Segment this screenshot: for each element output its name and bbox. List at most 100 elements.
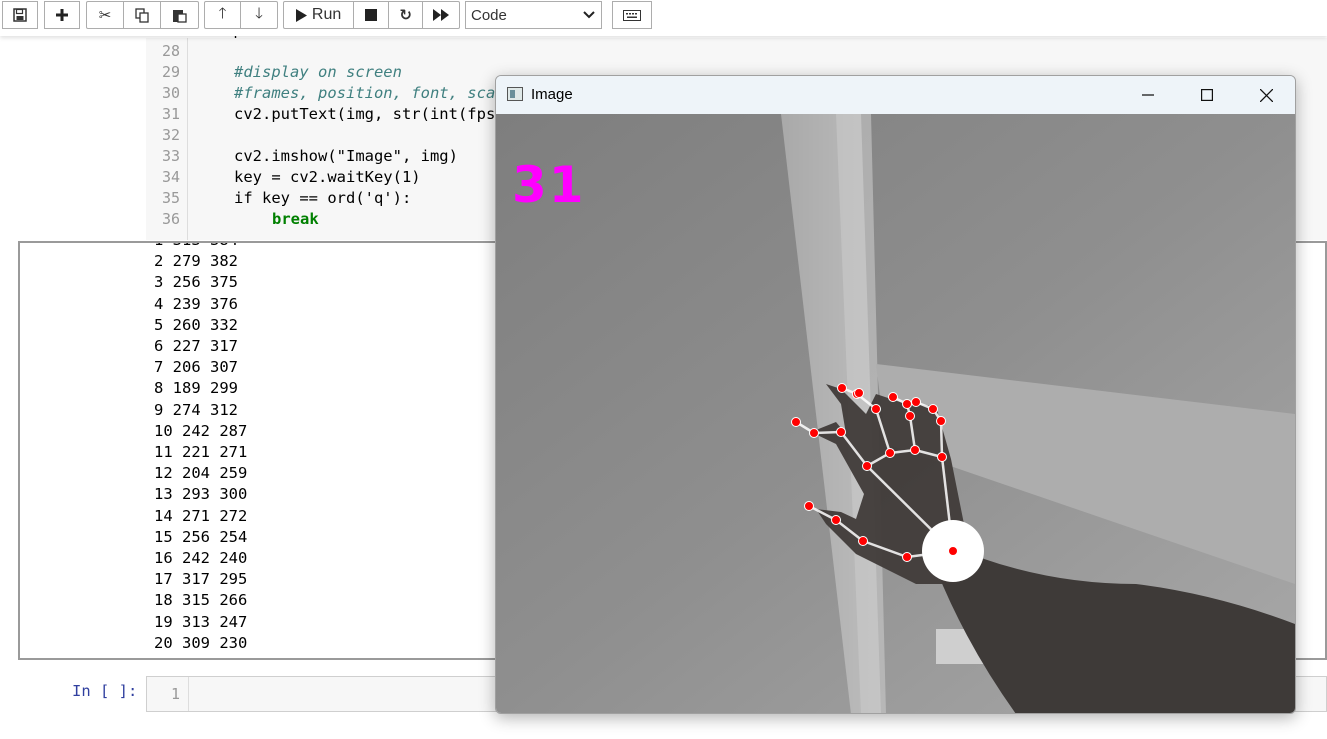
line-number: 1 [147,677,189,711]
interrupt-button[interactable] [354,2,389,28]
landmark-point [871,404,881,414]
restart-button[interactable]: ↻ [389,2,424,28]
code-line: break [272,210,319,228]
command-palette-button[interactable] [612,1,652,29]
landmark-point [937,452,947,462]
close-button[interactable] [1246,82,1286,108]
line-number: 36 [161,210,180,228]
scissors-icon: ✂ [98,6,112,24]
line-number: 34 [161,168,180,186]
landmark-point [928,404,938,414]
code-comment: #display on screen [234,63,402,81]
output-line: 14 271 272 [154,506,248,525]
landmark-point [836,427,846,437]
input-prompt: In [ ]: [72,682,138,700]
landmark-point [902,552,912,562]
output-line: 10 242 287 [154,421,248,440]
move-down-button[interactable]: 🡓 [241,2,277,28]
close-icon [1259,88,1273,102]
landmark-point [902,399,912,409]
landmark-point [948,546,958,556]
landmark-point [888,392,898,402]
output-line: 9 274 312 [154,400,238,419]
output-line: 4 239 376 [154,294,238,313]
fps-counter: 31 [512,156,586,214]
output-line: 7 206 307 [154,358,238,377]
line-number: 29 [161,63,180,81]
code-line: if key == ord('q'): [234,189,412,207]
output-line: 12 204 259 [154,464,248,483]
stop-icon [365,9,377,21]
output-line: 1 313 384 [154,243,238,249]
window-app-icon [507,87,523,101]
camera-frame: 31 [496,114,1295,713]
cut-button[interactable]: ✂ [87,2,124,28]
landmark-point [936,416,946,426]
play-icon [295,8,307,22]
output-line: 11 221 271 [154,443,248,462]
output-line: 13 293 300 [154,485,248,504]
insert-cell-button[interactable] [44,1,80,29]
run-label: Run [311,6,342,23]
cell-type-value: Code [471,6,507,24]
maximize-button[interactable] [1187,82,1227,108]
output-line: 0 348 372 [154,655,238,658]
fast-forward-icon [433,9,450,21]
output-line: 18 315 266 [154,591,248,610]
output-line: 6 227 317 [154,337,238,356]
keyboard-icon [623,9,641,21]
restart-icon: ↻ [399,6,412,24]
output-line: 2 279 382 [154,252,238,271]
plus-icon [56,9,68,21]
window-title: Image [531,86,573,103]
paste-icon [173,9,187,23]
restart-run-all-button[interactable] [423,2,459,28]
arrow-up-icon: 🡑 [218,3,227,22]
line-number: 32 [161,126,180,144]
output-line: 17 317 295 [154,570,248,589]
minimize-button[interactable] [1128,82,1168,108]
output-line: 8 189 299 [154,379,238,398]
output-line: 16 242 240 [154,549,248,568]
landmark-point [858,536,868,546]
line-number: 31 [161,105,180,123]
move-up-button[interactable]: 🡑 [205,2,242,28]
landmark-point [854,388,864,398]
move-button-group: 🡑 🡓 [204,1,278,29]
line-number: 30 [161,84,180,102]
code-comment: #frames, position, font, scale [234,84,514,102]
output-line: 19 313 247 [154,612,248,631]
save-button[interactable] [2,1,38,29]
landmark-point [791,417,801,427]
copy-icon [134,7,149,23]
line-number: 28 [161,42,180,60]
landmark-point [910,445,920,455]
code-line: cv2.putText(img, str(int(fps [234,105,496,123]
image-window[interactable]: Image 31 [495,75,1296,714]
code-line: key = cv2.waitKey(1) [234,168,421,186]
landmark-point [804,501,814,511]
landmark-point [905,411,915,421]
floppy-disk-icon [13,8,27,22]
landmark-point [885,448,895,458]
output-line: 15 256 254 [154,527,248,546]
chevron-down-icon [583,11,595,19]
output-text: 1 313 384 2 279 382 3 256 375 4 239 376 … [154,243,248,658]
code-line: cv2.imshow("Image", img) [234,147,458,165]
line-number: 33 [161,147,180,165]
run-button-group: Run ↻ [283,1,460,29]
paste-button[interactable] [161,2,198,28]
landmark-point [837,383,847,393]
window-titlebar[interactable]: Image [496,76,1295,114]
output-line: 20 309 230 [154,633,248,652]
run-button[interactable]: Run [284,2,355,28]
maximize-icon [1201,89,1213,101]
notebook-toolbar: ✂ 🡑 🡓 Run ↻ Code [0,0,1327,36]
landmark-point [809,428,819,438]
cell-type-select[interactable]: Code [465,1,602,29]
landmark-point [831,515,841,525]
edit-button-group: ✂ [86,1,199,29]
arrow-down-icon: 🡓 [255,3,263,22]
copy-button[interactable] [124,2,161,28]
landmark-connection [939,420,944,458]
